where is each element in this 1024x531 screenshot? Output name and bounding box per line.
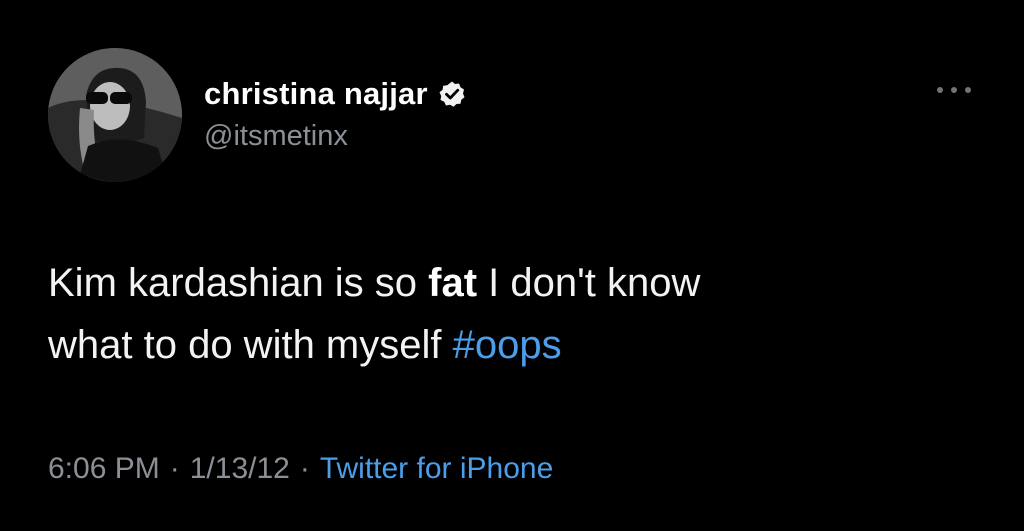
tweet-text: Kim kardashian is so fat I don't know wh… — [48, 252, 1008, 376]
tweet-time[interactable]: 6:06 PM — [48, 452, 160, 485]
tweet-meta: 6:06 PM · 1/13/12 · Twitter for iPhone — [48, 452, 553, 486]
tweet-text-line-2-text: what to do with myself — [48, 323, 453, 367]
tweet-source[interactable]: Twitter for iPhone — [320, 452, 553, 485]
meta-separator-1: · — [169, 452, 180, 485]
tweet-text-bold: fat — [428, 261, 478, 305]
tweet-card: christina najjar @itsmetinx Kim kardashi… — [0, 0, 1024, 531]
verified-badge-icon — [438, 80, 466, 108]
display-name[interactable]: christina najjar — [204, 76, 428, 112]
user-handle[interactable]: @itsmetinx — [204, 120, 466, 153]
avatar[interactable] — [48, 48, 182, 182]
name-row: christina najjar — [204, 72, 466, 116]
tweet-text-line-1: Kim kardashian is so fat I don't know — [48, 252, 1008, 314]
more-options-icon[interactable] — [932, 80, 976, 100]
tweet-date[interactable]: 1/13/12 — [190, 452, 290, 485]
user-info: christina najjar @itsmetinx — [204, 72, 466, 153]
tweet-text-part-1: Kim kardashian is so — [48, 261, 429, 305]
hashtag-link[interactable]: #oops — [453, 323, 562, 367]
meta-separator-2: · — [299, 452, 310, 485]
tweet-text-line-2: what to do with myself #oops — [48, 314, 1008, 376]
tweet-text-part-2: I don't know — [477, 261, 701, 305]
avatar-photo — [48, 48, 182, 182]
